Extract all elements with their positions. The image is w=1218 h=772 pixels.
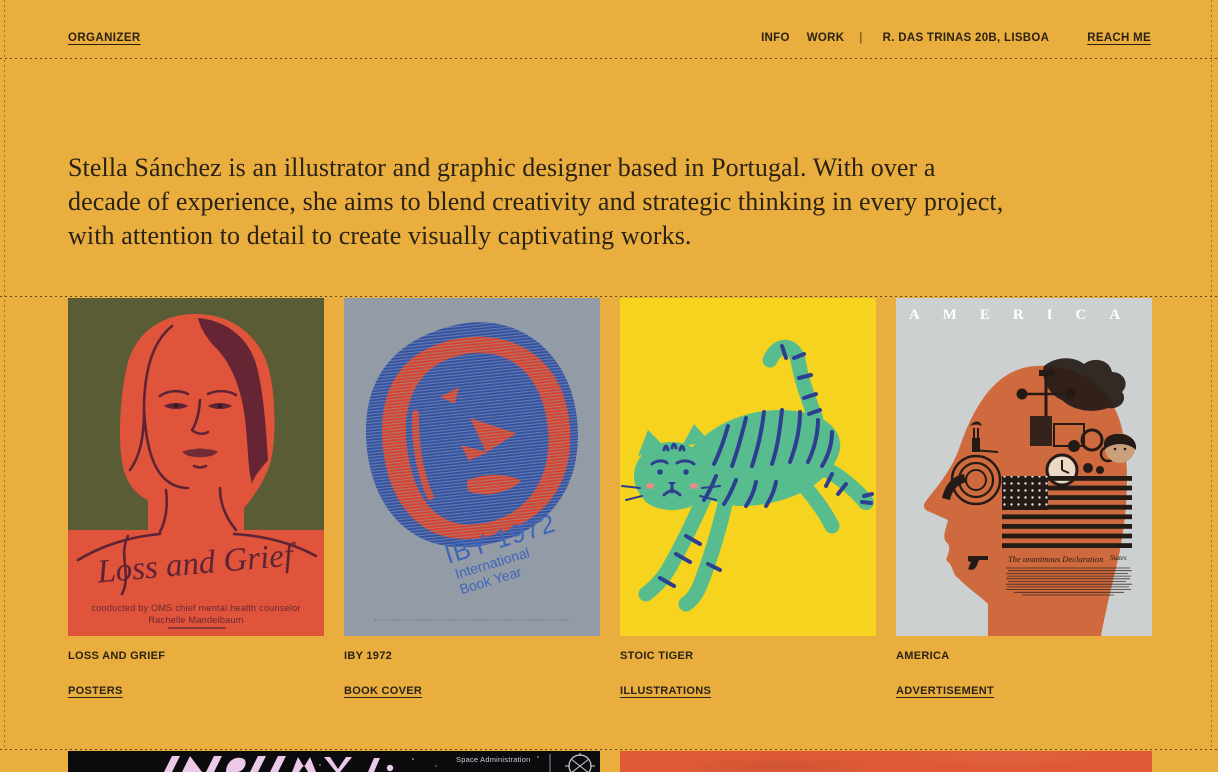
nav-divider: |: [859, 32, 862, 44]
section-divider-line: [0, 296, 1218, 297]
project-category-link[interactable]: ADVERTISEMENT: [896, 685, 994, 698]
iby-1972-artwork: IBY 1972 International Book Year: [344, 298, 600, 636]
declaration-heading-text: The unanimous Declaration: [1008, 554, 1103, 564]
project-thumbnail-iby-1972[interactable]: IBY 1972 International Book Year: [344, 298, 600, 636]
project-title: LOSS AND GRIEF: [68, 650, 324, 663]
project-category-link[interactable]: ILLUSTRATIONS: [620, 685, 711, 698]
address-text: R. DAS TRINAS 20B, LISBOA: [883, 32, 1050, 44]
header-divider-line: [0, 58, 1218, 59]
brand-link[interactable]: ORGANIZER: [68, 32, 141, 44]
intro-text: Stella Sánchez is an illustrator and gra…: [68, 151, 1168, 253]
nav-info[interactable]: INFO: [761, 32, 790, 44]
bottom-projects-row: Space Administration: [68, 751, 1152, 772]
loss-and-grief-artwork: Loss and Grief conducted by OMS chief me…: [68, 298, 324, 636]
projects-grid: Loss and Grief conducted by OMS chief me…: [68, 298, 1152, 699]
nav-work[interactable]: WORK: [807, 32, 845, 44]
project-category-link[interactable]: POSTERS: [68, 685, 123, 698]
project-card-iby-1972: IBY 1972 International Book Year IBY 197…: [344, 298, 600, 699]
america-title-text: AMERICA: [909, 307, 1143, 323]
project-thumbnail-space[interactable]: Space Administration: [68, 751, 600, 772]
orange-poster-artwork: [620, 751, 1152, 772]
project-category-link[interactable]: BOOK COVER: [344, 685, 422, 698]
america-artwork: AMERICA: [896, 298, 1152, 636]
poster-caption-line2: Rachelle Mandelbaum: [148, 615, 243, 625]
project-card-loss-and-grief: Loss and Grief conducted by OMS chief me…: [68, 298, 324, 699]
project-title: AMERICA: [896, 650, 1152, 663]
project-thumbnail-loss-and-grief[interactable]: Loss and Grief conducted by OMS chief me…: [68, 298, 324, 636]
project-card-america: AMERICA: [896, 298, 1152, 699]
project-thumbnail-america[interactable]: AMERICA: [896, 298, 1152, 636]
declaration-states-text: States: [1110, 554, 1127, 562]
project-thumbnail-orange[interactable]: [620, 751, 1152, 772]
right-dashed-border: [1211, 0, 1212, 750]
stoic-tiger-artwork: [620, 298, 876, 636]
space-administration-text: Space Administration: [456, 755, 530, 764]
project-title: IBY 1972: [344, 650, 600, 663]
header-nav: INFO WORK | R. DAS TRINAS 20B, LISBOA RE…: [761, 32, 1151, 44]
header: ORGANIZER INFO WORK | R. DAS TRINAS 20B,…: [0, 0, 1218, 58]
left-dashed-border: [4, 0, 5, 750]
space-poster-artwork: Space Administration: [68, 751, 600, 772]
reach-me-link[interactable]: REACH ME: [1087, 32, 1151, 44]
poster-caption-line1: conducted by OMS chief mental health cou…: [91, 603, 300, 613]
project-card-stoic-tiger: STOIC TIGER ILLUSTRATIONS: [620, 298, 876, 699]
project-title: STOIC TIGER: [620, 650, 876, 663]
project-thumbnail-stoic-tiger[interactable]: [620, 298, 876, 636]
